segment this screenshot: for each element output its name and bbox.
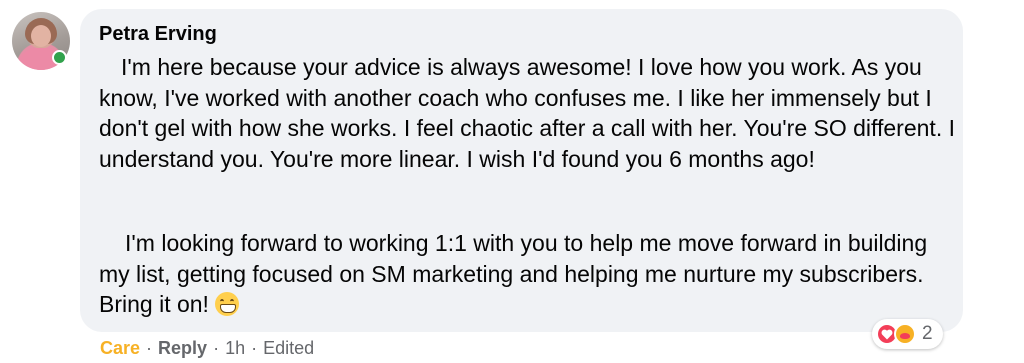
comment-paragraph-1: I'm here because your advice is always a… bbox=[99, 52, 959, 174]
comment-text-1: I'm here because your advice is always a… bbox=[99, 54, 955, 172]
separator: · bbox=[213, 338, 220, 358]
comment-author[interactable]: Petra Erving bbox=[99, 23, 217, 46]
comment-paragraph-2: I'm looking forward to working 1:1 with … bbox=[99, 228, 959, 320]
separator: · bbox=[146, 338, 153, 358]
separator: · bbox=[251, 338, 258, 358]
avatar-face bbox=[31, 25, 51, 47]
reaction-count: 2 bbox=[922, 323, 933, 344]
grinning-face-emoji-icon bbox=[214, 292, 239, 316]
reply-button[interactable]: Reply bbox=[158, 338, 207, 358]
online-status-icon bbox=[52, 50, 67, 65]
edited-label[interactable]: Edited bbox=[263, 338, 314, 358]
reactions-summary[interactable]: 2 bbox=[872, 319, 943, 349]
timestamp-link[interactable]: 1h bbox=[225, 338, 245, 358]
care-icon bbox=[894, 323, 916, 345]
emoji-teeth bbox=[219, 304, 236, 313]
comment-actions: Care · Reply · 1h · Edited bbox=[100, 338, 314, 359]
care-reaction-button[interactable]: Care bbox=[100, 338, 140, 358]
